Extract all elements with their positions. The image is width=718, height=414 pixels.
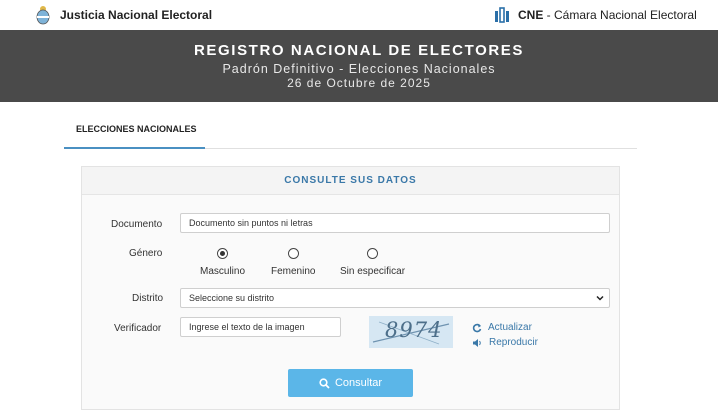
consultar-label: Consultar	[334, 377, 383, 389]
radio-unchecked-icon	[287, 248, 299, 259]
argentina-crest-icon	[36, 6, 50, 25]
hero-banner: REGISTRO NACIONAL DE ELECTORES Padrón De…	[0, 30, 718, 102]
reproducir-label: Reproducir	[489, 337, 538, 348]
genero-sin-especificar-radio[interactable]: Sin especificar	[340, 248, 405, 277]
justicia-brand-link[interactable]: Justicia Nacional Electoral	[35, 4, 212, 26]
brand-right-text: - Cámara Nacional Electoral	[543, 8, 697, 22]
genero-masculino-radio[interactable]: Masculino	[200, 248, 245, 277]
consultar-button[interactable]: Consultar	[288, 369, 413, 397]
election-date: 26 de Octubre de 2025	[287, 76, 431, 90]
actualizar-label: Actualizar	[488, 322, 532, 333]
verificador-label: Verificador	[114, 323, 162, 334]
search-icon	[319, 377, 330, 389]
sin-especificar-label: Sin especificar	[340, 266, 406, 277]
distrito-select[interactable]: Seleccione su distrito	[180, 288, 610, 308]
reproducir-captcha-link[interactable]: Reproducir	[472, 337, 538, 348]
refresh-icon	[472, 323, 482, 332]
distrito-selected-value: Seleccione su distrito	[189, 293, 275, 303]
documento-input[interactable]	[180, 213, 610, 233]
documento-label: Documento	[111, 219, 163, 230]
genero-label: Género	[129, 248, 163, 259]
brand-left-text: Justicia Nacional Electoral	[60, 8, 213, 22]
genero-femenino-radio[interactable]: Femenino	[271, 248, 315, 277]
masculino-label: Masculino	[200, 266, 246, 277]
tab-elecciones-nacionales[interactable]: ELECCIONES NACIONALES	[64, 102, 205, 149]
actualizar-captcha-link[interactable]: Actualizar	[472, 322, 532, 333]
page-subtitle: Padrón Definitivo - Elecciones Nacionale…	[222, 62, 496, 76]
distrito-label: Distrito	[132, 293, 164, 304]
brand-right-bold: CNE	[518, 8, 544, 22]
consulta-form-card: CONSULTE SUS DATOS Documento Género Masc…	[81, 166, 620, 410]
speaker-icon	[473, 338, 481, 347]
captcha-text: 8974	[385, 318, 443, 342]
verificador-input[interactable]	[180, 317, 341, 337]
radio-unchecked-icon	[367, 248, 379, 259]
cne-logo-icon	[495, 7, 509, 23]
femenino-label: Femenino	[271, 266, 316, 277]
cne-brand-link[interactable]: CNE - Cámara Nacional Electoral	[494, 4, 697, 26]
page-title: REGISTRO NACIONAL DE ELECTORES	[194, 42, 524, 59]
captcha-image: 8974	[369, 316, 453, 348]
form-heading: CONSULTE SUS DATOS	[82, 167, 619, 195]
tab-bar: ELECCIONES NACIONALES	[64, 102, 637, 149]
top-bar: Justicia Nacional Electoral CNE - Cámara…	[0, 0, 718, 30]
radio-checked-icon	[217, 248, 229, 259]
chevron-down-icon	[596, 295, 604, 301]
